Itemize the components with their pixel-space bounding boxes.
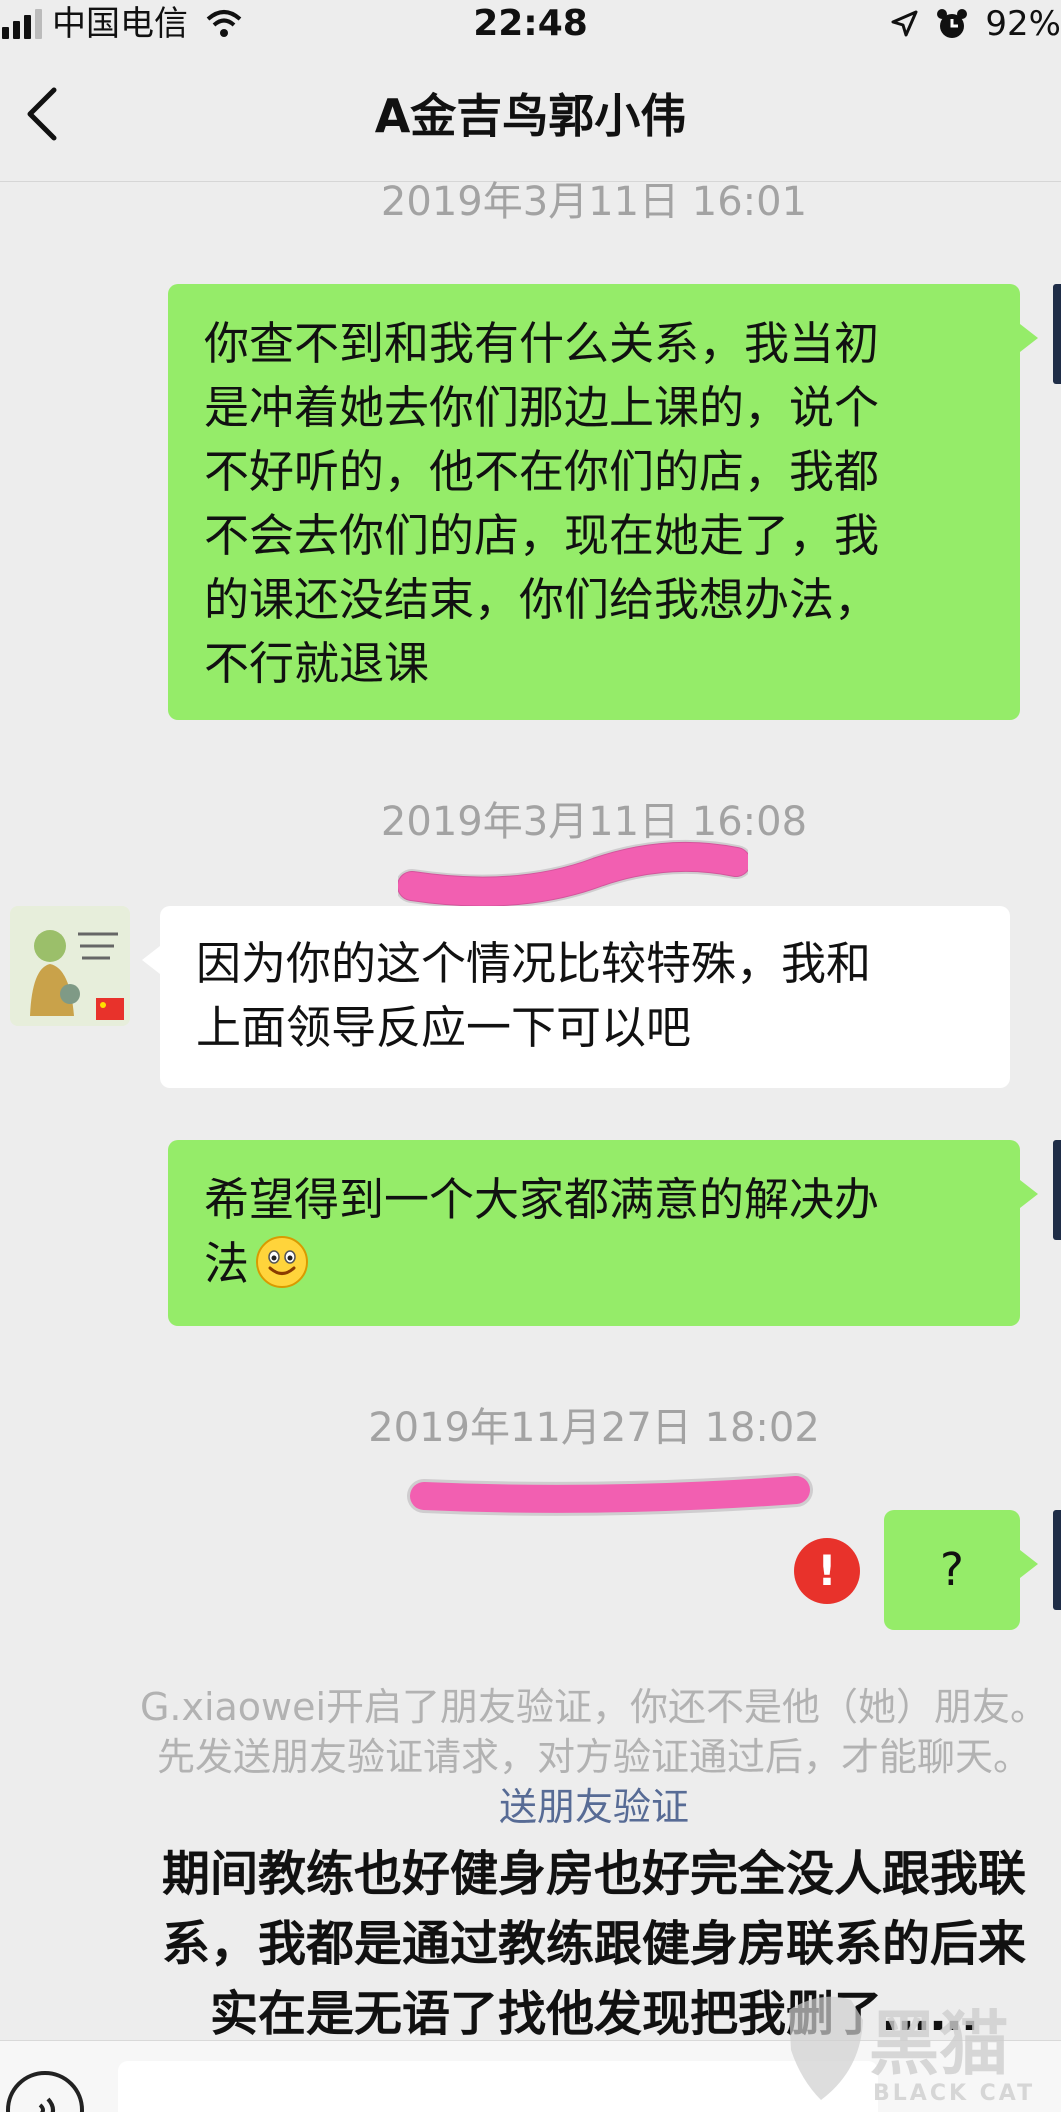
message-line: 不会去你们的店，现在她走了，我 bbox=[204, 509, 880, 562]
message-line: 是冲着她去你们那边上课的，说个 bbox=[204, 381, 880, 434]
message-line: 你查不到和我有什么关系，我当初 bbox=[204, 317, 880, 370]
caption-line: 期间教练也好健身房也好完全没人跟我联 bbox=[161, 1846, 1026, 1902]
message-line: 因为你的这个情况比较特殊，我和 bbox=[196, 937, 872, 990]
send-verification-link[interactable]: 送朋友验证 bbox=[0, 1780, 1061, 1834]
system-notice-line: G.xiaowei开启了朋友验证，你还不是他（她）朋友。 bbox=[139, 1685, 1049, 1729]
received-message-bubble[interactable]: 因为你的这个情况比较特殊，我和 上面领导反应一下可以吧 bbox=[142, 906, 1010, 1088]
watermark-logo: 黑猫 BLACK CAT bbox=[781, 1990, 1061, 2112]
sent-message-bubble[interactable]: ? bbox=[884, 1510, 1038, 1630]
alarm-clock-icon bbox=[937, 9, 968, 38]
location-arrow-icon bbox=[891, 10, 918, 37]
message-input[interactable] bbox=[118, 2061, 878, 2112]
own-avatar[interactable] bbox=[1053, 1510, 1061, 1610]
message-line: 上面领导反应一下可以吧 bbox=[196, 1001, 692, 1054]
message-line: 的课还没结束，你们给我想办法， bbox=[204, 573, 880, 626]
exclamation-circle-icon[interactable]: ! bbox=[794, 1538, 860, 1604]
svg-text:黑猫: 黑猫 bbox=[869, 2003, 1009, 2085]
chat-screen: 中国电信 22:48 92% A金吉鸟郭小伟 2019年3月11日 16:01 … bbox=[0, 0, 1061, 2112]
message-line: 不好听的，他不在你们的店，我都 bbox=[204, 445, 880, 498]
contact-avatar[interactable] bbox=[10, 906, 130, 1026]
avatar-illustration-icon bbox=[10, 906, 130, 1026]
message-line: 希望得到一个大家都满意的解决办 bbox=[204, 1173, 880, 1226]
sent-message-bubble[interactable]: 希望得到一个大家都满意的解决办 法 bbox=[168, 1140, 1038, 1326]
caption-line: 系，我都是通过教练跟健身房联系的后来 bbox=[161, 1916, 1026, 1972]
sent-message-bubble[interactable]: 你查不到和我有什么关系，我当初 是冲着她去你们那边上课的，说个 不好听的，他不在… bbox=[168, 284, 1038, 720]
smiley-icon bbox=[256, 1236, 309, 1288]
black-cat-logo-icon: 黑猫 BLACK CAT bbox=[789, 1996, 1035, 2106]
message-line: 不行就退课 bbox=[204, 637, 430, 690]
message-text: ? bbox=[940, 1543, 964, 1596]
chat-title: A金吉鸟郭小伟 bbox=[374, 89, 687, 143]
own-avatar[interactable] bbox=[1053, 284, 1061, 384]
status-bar: 中国电信 22:48 92% bbox=[0, 0, 1061, 50]
highlighter-mark bbox=[398, 839, 748, 908]
voice-icon bbox=[38, 2097, 55, 2112]
highlighter-mark bbox=[407, 1473, 813, 1516]
battery-label: 92% bbox=[985, 4, 1061, 44]
nav-bar: A金吉鸟郭小伟 bbox=[0, 50, 1061, 182]
timestamp: 2019年3月11日 16:01 bbox=[380, 179, 808, 225]
voice-button[interactable] bbox=[6, 2071, 84, 2112]
system-notice-line: 先发送朋友验证请求，对方验证通过后，才能聊天。 bbox=[156, 1735, 1031, 1779]
message-text: 法 bbox=[204, 1237, 250, 1290]
status-right: 92% bbox=[889, 4, 1061, 44]
timestamp: 2019年11月27日 18:02 bbox=[368, 1405, 820, 1451]
own-avatar[interactable] bbox=[1053, 1140, 1061, 1240]
svg-text:BLACK CAT: BLACK CAT bbox=[873, 2081, 1035, 2106]
message-line: 法 bbox=[204, 1232, 984, 1296]
